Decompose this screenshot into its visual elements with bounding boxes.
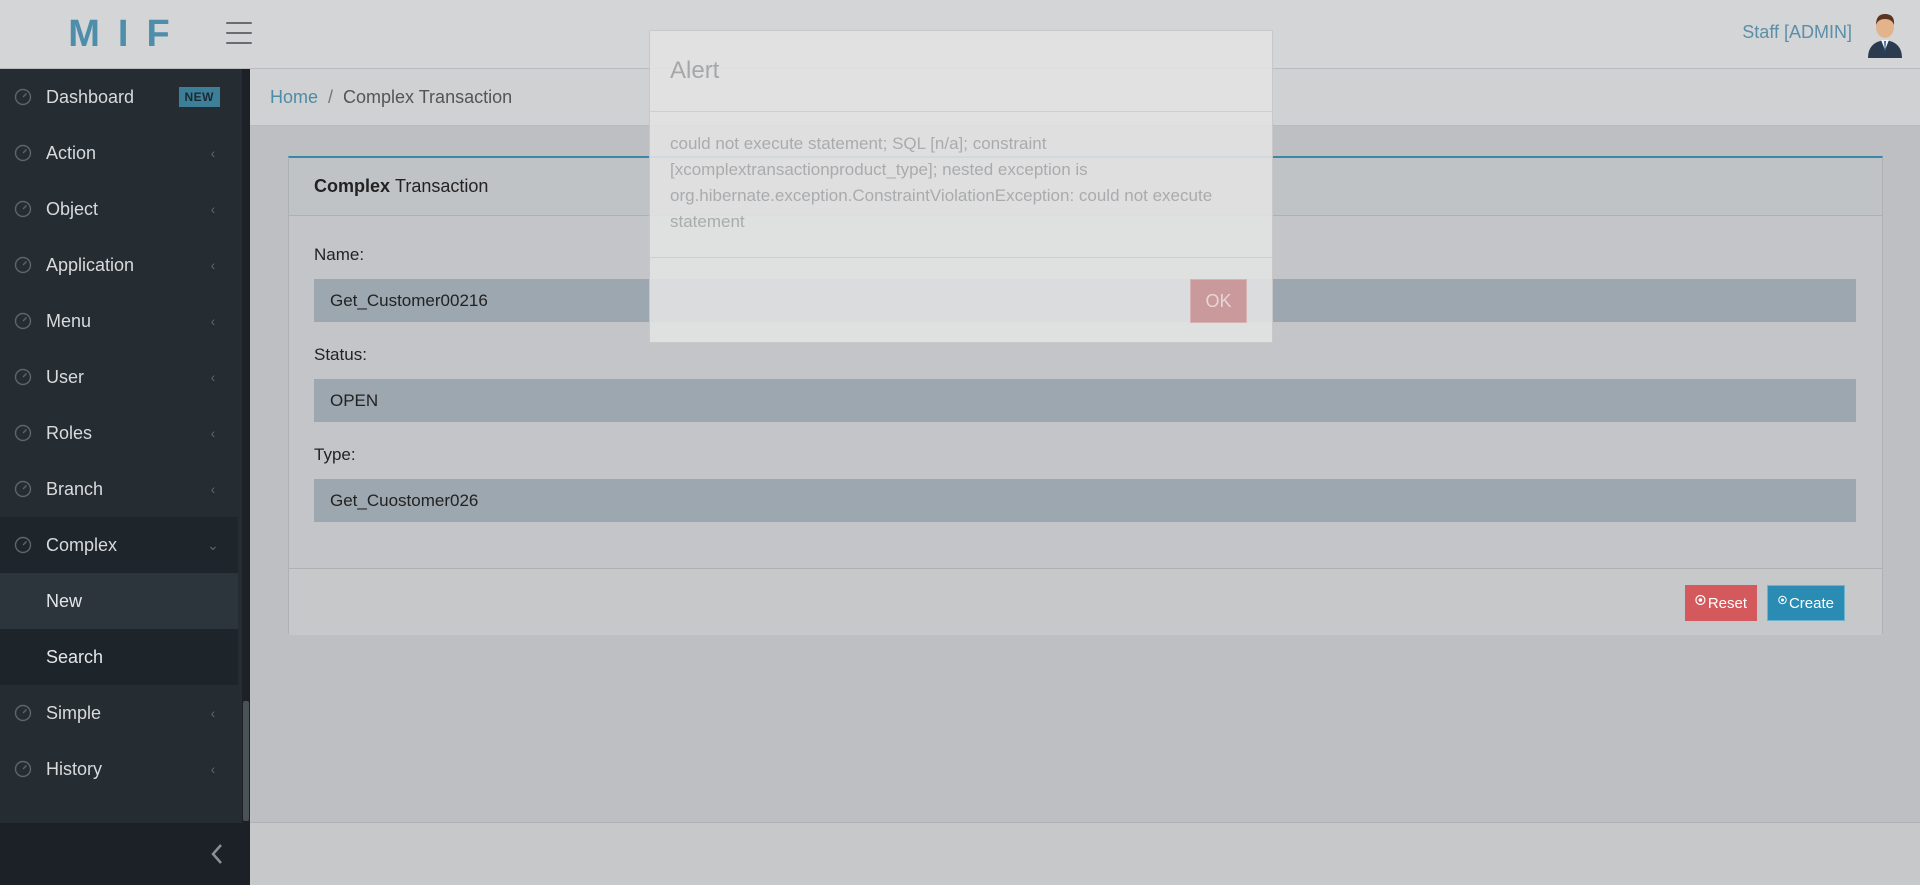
sidebar-item-branch[interactable]: Branch ‹	[0, 461, 238, 517]
sidebar-item-dashboard[interactable]: Dashboard NEW	[0, 69, 238, 125]
chevron-left-icon: ‹	[210, 761, 216, 777]
sidebar-item-label: Application	[46, 254, 135, 275]
alert-title: Alert	[670, 57, 720, 84]
chevron-left-icon: ‹	[210, 705, 216, 721]
chevron-left-icon: ‹	[210, 257, 216, 273]
type-label: Type:	[314, 445, 356, 464]
type-field[interactable]: Get_Cuostomer026	[314, 479, 1856, 522]
status-label: Status:	[314, 345, 367, 364]
breadcrumb-current: Complex Transaction	[343, 86, 513, 107]
sidebar-item-history[interactable]: History ‹	[0, 741, 238, 797]
user-menu-label[interactable]: Staff [ADMIN]	[1742, 22, 1852, 43]
sidebar-footer	[0, 823, 250, 885]
sidebar-item-action[interactable]: Action ‹	[0, 125, 238, 181]
page-footer	[250, 822, 1920, 885]
sidebar-item-application[interactable]: Application ‹	[0, 237, 238, 293]
gauge-icon	[14, 536, 32, 554]
create-button[interactable]: Create	[1767, 585, 1845, 621]
chevron-left-icon: ‹	[210, 425, 216, 441]
gauge-icon	[14, 256, 32, 274]
chevron-left-icon[interactable]	[206, 841, 228, 867]
panel-title-bold: Complex	[314, 176, 391, 196]
breadcrumb-separator: /	[328, 86, 334, 107]
sidebar-item-complex[interactable]: Complex ⌄	[0, 517, 238, 573]
sidebar-item-label: History	[46, 758, 103, 779]
alert-divider	[650, 257, 1272, 258]
breadcrumb-home-link[interactable]: Home	[270, 87, 318, 108]
avatar[interactable]	[1864, 10, 1906, 58]
sidebar-scrollbar[interactable]	[242, 69, 250, 823]
sidebar-scroll-thumb[interactable]	[243, 701, 249, 821]
chevron-left-icon: ‹	[210, 369, 216, 385]
menu-toggle-icon[interactable]	[226, 22, 252, 44]
app-logo[interactable]: MIF	[0, 0, 238, 69]
create-button-label: Create	[1788, 594, 1834, 612]
gauge-icon	[14, 424, 32, 442]
sidebar-item-simple[interactable]: Simple ‹	[0, 685, 238, 741]
status-field[interactable]: OPEN	[314, 379, 1856, 422]
sidebar-item-label: Action	[46, 142, 97, 163]
chevron-left-icon: ‹	[210, 145, 216, 161]
sidebar-item-roles[interactable]: Roles ‹	[0, 405, 238, 461]
sidebar-item-label: User	[46, 366, 85, 387]
sidebar-subitem-label: Search	[46, 646, 104, 667]
name-label: Name:	[314, 245, 365, 264]
gauge-icon	[14, 760, 32, 778]
reset-button[interactable]: Reset	[1685, 585, 1757, 621]
new-badge: NEW	[178, 87, 220, 107]
reset-button-label: Reset	[1707, 594, 1747, 612]
sidebar-item-menu[interactable]: Menu ‹	[0, 293, 238, 349]
sidebar-item-label: Dashboard	[46, 86, 135, 107]
panel-title-rest: Transaction	[395, 176, 489, 196]
gauge-icon	[14, 88, 32, 106]
sidebar-item-label: Simple	[46, 702, 102, 723]
gauge-icon	[14, 480, 32, 498]
gauge-icon	[14, 704, 32, 722]
sidebar-item-user[interactable]: User ‹	[0, 349, 238, 405]
gauge-icon	[14, 368, 32, 386]
sidebar-item-label: Menu	[46, 310, 92, 331]
circle-dot-icon	[1695, 594, 1706, 606]
chevron-left-icon: ‹	[210, 313, 216, 329]
alert-dialog: Alert could not execute statement; SQL […	[649, 30, 1273, 343]
sidebar: Dashboard NEW Action ‹ Object ‹ Applicat…	[0, 69, 250, 885]
circle-dot-icon	[1778, 595, 1787, 605]
sidebar-subitem-search[interactable]: Search	[0, 629, 238, 685]
chevron-left-icon: ‹	[210, 201, 216, 217]
sidebar-subitem-new[interactable]: New	[0, 573, 238, 629]
sidebar-item-label: Object	[46, 198, 99, 219]
alert-divider	[650, 111, 1272, 112]
sidebar-subitem-label: New	[46, 590, 83, 611]
chevron-left-icon: ‹	[210, 481, 216, 497]
alert-message: could not execute statement; SQL [n/a]; …	[670, 134, 1213, 231]
gauge-icon	[14, 312, 32, 330]
gauge-icon	[14, 200, 32, 218]
sidebar-item-label: Complex	[46, 534, 118, 555]
gauge-icon	[14, 144, 32, 162]
panel-footer: Reset Create	[289, 568, 1882, 635]
ok-button[interactable]: OK	[1190, 279, 1247, 323]
sidebar-item-object[interactable]: Object ‹	[0, 181, 238, 237]
chevron-down-icon: ⌄	[207, 536, 219, 553]
sidebar-item-label: Branch	[46, 478, 104, 499]
sidebar-item-label: Roles	[46, 422, 93, 443]
